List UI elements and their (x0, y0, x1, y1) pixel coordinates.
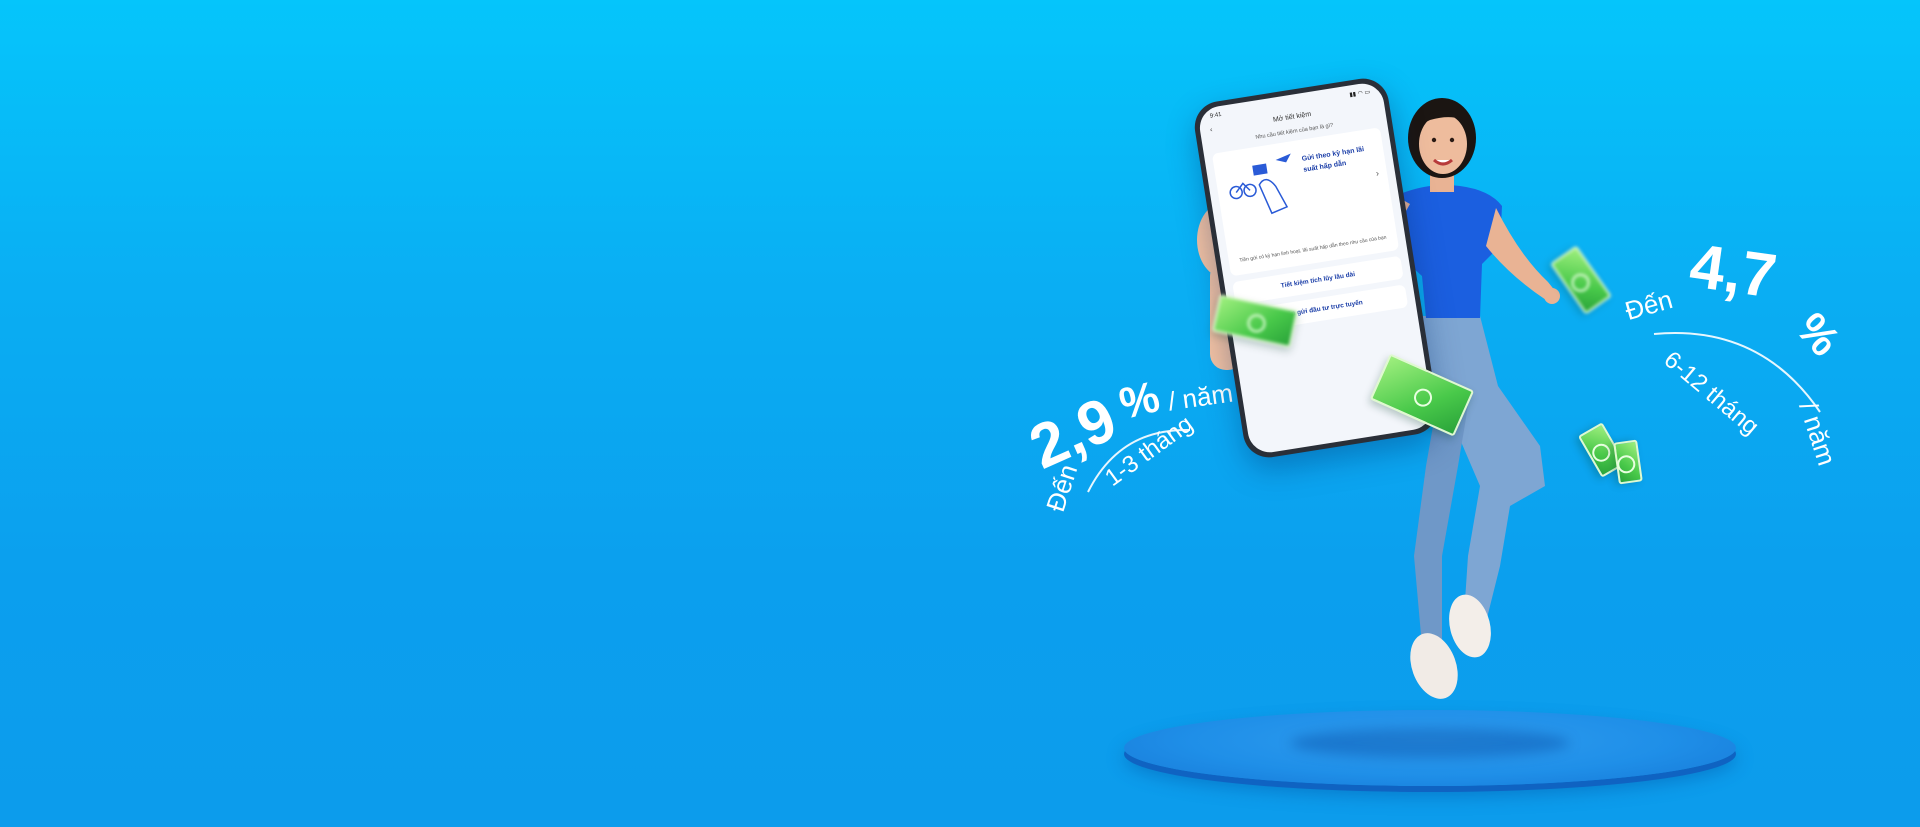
chevron-right-icon: › (1375, 168, 1380, 179)
bike-plane-illustration-icon (1229, 153, 1291, 215)
term-deposit-title: Gửi theo kỳ hạn lãi suất hấp dẫn (1301, 146, 1365, 174)
right-rate-value: 4,7 (1685, 231, 1781, 312)
money-bill-image (1613, 439, 1643, 485)
term-deposit-card[interactable]: Gửi theo kỳ hạn lãi suất hấp dẫn › Tiền … (1211, 127, 1400, 277)
promo-banner: Đến 2,9 % / năm 1-3 tháng Đến 4,7 % / nă… (0, 0, 1920, 827)
